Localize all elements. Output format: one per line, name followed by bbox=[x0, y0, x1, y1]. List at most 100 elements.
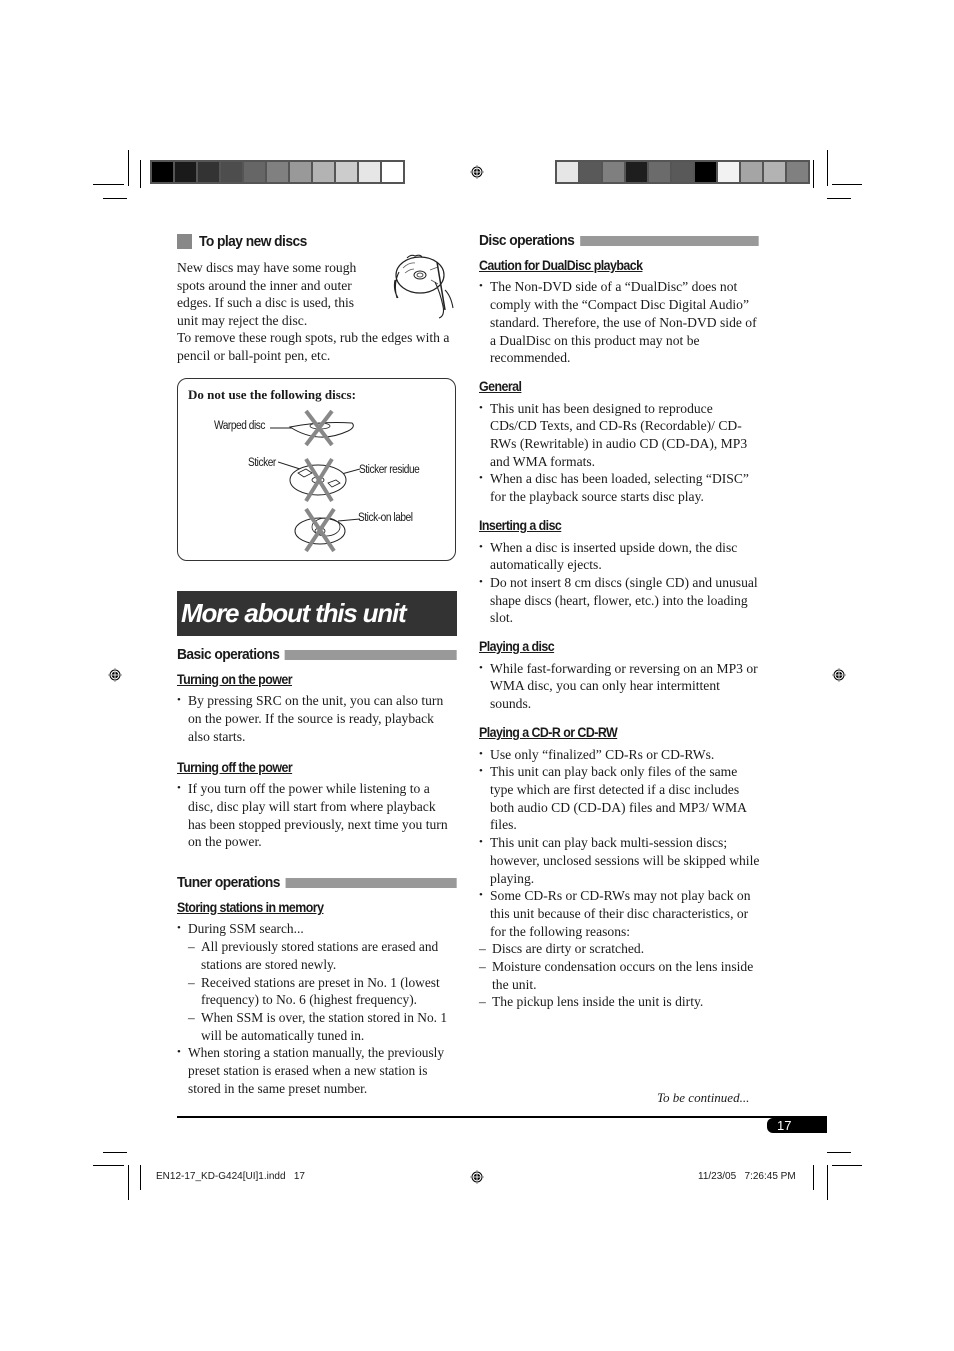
dash-item: All previously stored stations are erase… bbox=[188, 938, 457, 973]
color-swatch bbox=[695, 162, 718, 182]
list-item: This unit has been designed to reproduce… bbox=[479, 400, 760, 471]
inserting-disc-heading: Inserting a disc bbox=[479, 517, 562, 533]
color-swatch bbox=[649, 162, 672, 182]
color-swatch bbox=[764, 162, 787, 182]
color-swatch bbox=[741, 162, 764, 182]
print-timestamp: 11/23/05 7:26:45 PM bbox=[698, 1171, 796, 1182]
inserting-disc-list: When a disc is inserted upside down, the… bbox=[479, 539, 760, 628]
color-swatch bbox=[313, 162, 336, 182]
storing-stations-heading: Storing stations in memory bbox=[177, 899, 324, 915]
ssm-dash-list: All previously stored stations are erase… bbox=[188, 938, 457, 1044]
list-item: When a disc has been loaded, selecting “… bbox=[479, 470, 760, 505]
color-swatch bbox=[267, 162, 290, 182]
label-sticker: Sticker bbox=[248, 457, 276, 469]
registration-target-icon bbox=[470, 1170, 484, 1184]
footer-rule bbox=[177, 1116, 827, 1118]
list-item: While fast-forwarding or reversing on an… bbox=[479, 660, 760, 713]
color-swatch bbox=[198, 162, 221, 182]
color-swatch bbox=[603, 162, 626, 182]
color-swatch bbox=[175, 162, 198, 182]
turning-off-heading: Turning off the power bbox=[177, 759, 293, 775]
crop-mark bbox=[827, 1152, 851, 1153]
crop-mark bbox=[128, 1165, 129, 1200]
play-new-discs-text-2: To remove these rough spots, rub the edg… bbox=[177, 330, 450, 363]
list-item: If you turn off the power while listenin… bbox=[177, 780, 457, 851]
turning-on-list: By pressing SRC on the unit, you can als… bbox=[177, 692, 457, 745]
crop-mark bbox=[832, 184, 862, 185]
crop-mark bbox=[827, 150, 828, 186]
crop-mark bbox=[140, 1165, 141, 1190]
list-item: When a disc is inserted upside down, the… bbox=[479, 539, 760, 574]
color-swatch bbox=[626, 162, 649, 182]
color-swatch bbox=[557, 162, 580, 182]
crop-mark bbox=[103, 198, 127, 199]
dash-item: The pickup lens inside the unit is dirty… bbox=[479, 993, 760, 1011]
color-swatch bbox=[336, 162, 359, 182]
label-warped-disc: Warped disc bbox=[214, 420, 266, 432]
playing-disc-list: While fast-forwarding or reversing on an… bbox=[479, 660, 760, 713]
list-item: When storing a station manually, the pre… bbox=[177, 1044, 457, 1097]
crop-mark bbox=[93, 184, 124, 185]
crop-mark bbox=[832, 1165, 862, 1166]
list-item: By pressing SRC on the unit, you can als… bbox=[177, 692, 457, 745]
play-new-discs-text: New discs may have some rough spots arou… bbox=[177, 260, 357, 329]
dash-item: Received stations are preset in No. 1 (l… bbox=[188, 974, 457, 1009]
color-swatch bbox=[359, 162, 382, 182]
crop-mark bbox=[813, 160, 814, 188]
general-list: This unit has been designed to reproduce… bbox=[479, 400, 760, 506]
color-swatch bbox=[787, 162, 808, 182]
basic-operations-section: Basic operations Turning on the power By… bbox=[177, 646, 457, 851]
hand-cleaning-disc-illustration bbox=[393, 254, 454, 319]
basic-operations-heading: Basic operations bbox=[177, 646, 457, 664]
crop-mark bbox=[103, 1152, 127, 1153]
turning-off-list: If you turn off the power while listenin… bbox=[177, 780, 457, 851]
list-item: Use only “finalized” CD-Rs or CD-RWs. bbox=[479, 746, 760, 764]
color-calibration-bar-left bbox=[150, 160, 405, 184]
disc-operations-heading: Disc operations bbox=[479, 232, 759, 250]
storing-stations-list: During SSM search... All previously stor… bbox=[177, 920, 457, 1097]
color-calibration-bar-right bbox=[555, 160, 810, 184]
playing-disc-heading: Playing a disc bbox=[479, 639, 555, 655]
color-swatch bbox=[152, 162, 175, 182]
crop-mark bbox=[827, 198, 851, 199]
play-new-discs-heading: To play new discs bbox=[177, 233, 316, 250]
stick-on-label-disc-illustration bbox=[294, 507, 361, 553]
page-number: 17 bbox=[777, 1118, 792, 1133]
general-heading: General bbox=[479, 378, 522, 394]
square-bullet-icon bbox=[177, 234, 192, 249]
label-stick-on: Stick-on label bbox=[358, 512, 413, 524]
crop-mark bbox=[93, 1165, 124, 1166]
color-swatch bbox=[290, 162, 313, 182]
registration-target-icon bbox=[832, 668, 846, 682]
disc-warning-box: Do not use the following discs: Warped d… bbox=[177, 378, 456, 561]
list-item: During SSM search... All previously stor… bbox=[177, 920, 457, 1044]
color-swatch bbox=[718, 162, 741, 182]
crop-mark bbox=[128, 150, 129, 186]
list-item: This unit can play back only files of th… bbox=[479, 763, 760, 834]
crop-mark bbox=[140, 160, 141, 188]
section-title-banner: More about this unit bbox=[177, 591, 457, 636]
heading-bar bbox=[284, 649, 457, 660]
dualdisc-list: The Non-DVD side of a “DualDisc” does no… bbox=[479, 278, 760, 367]
list-item: This unit can play back multi-session di… bbox=[479, 834, 760, 887]
dash-item: Moisture condensation occurs on the lens… bbox=[479, 958, 760, 993]
crop-mark bbox=[813, 1165, 814, 1190]
list-item: Some CD-Rs or CD-RWs may not play back o… bbox=[479, 887, 760, 940]
tuner-operations-section: Tuner operations Storing stations in mem… bbox=[177, 874, 457, 1097]
disc-operations-section: Disc operations Caution for DualDisc pla… bbox=[479, 232, 760, 1011]
color-swatch bbox=[672, 162, 695, 182]
warped-disc-illustration bbox=[270, 409, 354, 447]
color-swatch bbox=[382, 162, 403, 182]
playing-cdr-list: Use only “finalized” CD-Rs or CD-RWs. Th… bbox=[479, 746, 760, 941]
registration-target-icon bbox=[108, 668, 122, 682]
print-file-name: EN12-17_KD-G424[UI]1.indd 17 bbox=[156, 1171, 305, 1182]
color-swatch bbox=[580, 162, 603, 182]
disc-warning-title: Do not use the following discs: bbox=[188, 387, 356, 402]
list-item: The Non-DVD side of a “DualDisc” does no… bbox=[479, 278, 760, 367]
cdr-reasons-list: Discs are dirty or scratched. Moisture c… bbox=[479, 940, 760, 1011]
tuner-operations-heading: Tuner operations bbox=[177, 874, 457, 892]
dualdisc-heading: Caution for DualDisc playback bbox=[479, 257, 643, 273]
turning-on-heading: Turning on the power bbox=[177, 671, 293, 687]
color-swatch bbox=[244, 162, 267, 182]
crop-mark bbox=[827, 1165, 828, 1200]
